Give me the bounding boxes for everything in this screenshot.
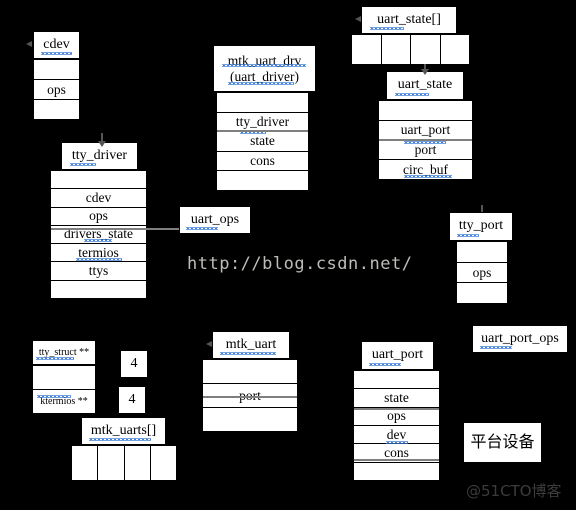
class-header-uart-ops[interactable]: uart_ops xyxy=(179,206,251,234)
class-body-tty-port[interactable]: ops xyxy=(456,241,508,304)
class-title-tty-port: tty_port xyxy=(458,218,504,234)
class-header-cdev[interactable]: cdev xyxy=(33,31,80,59)
field-row xyxy=(34,60,79,80)
class-header-uart-state[interactable]: uart_state xyxy=(386,71,464,100)
connector-uartport-cons-row xyxy=(354,459,439,461)
connector-uartport-state-row xyxy=(354,408,439,410)
arrow-into-mtk-uart xyxy=(206,341,212,347)
field-row xyxy=(379,101,472,121)
connector-stem-tty-port xyxy=(481,205,483,212)
class-header-uart-port[interactable]: uart_port xyxy=(361,341,434,370)
class-header-mtk-uarts-array[interactable]: mtk_uarts[] xyxy=(81,417,166,445)
array-cell[interactable] xyxy=(71,445,98,481)
array-cells-mtk-uarts[interactable] xyxy=(71,445,177,481)
field-row xyxy=(51,281,146,298)
class-title-mtk-uart: mtk_uart xyxy=(225,336,277,352)
class-header-platform-device[interactable]: 平台设备 xyxy=(463,422,542,463)
connector-stem-tty-driver xyxy=(101,133,103,141)
class-header-tty-port[interactable]: tty_port xyxy=(449,212,513,241)
field-row: ops xyxy=(51,208,146,226)
count-box-1[interactable]: 4 xyxy=(120,350,148,378)
field-row xyxy=(203,408,297,431)
class-body-cdev[interactable]: ops xyxy=(33,59,80,120)
diagram-canvas: cdev ops tty_driver cdev ops drivers_sta… xyxy=(0,0,576,510)
field-row: state xyxy=(354,389,439,408)
array-cell[interactable] xyxy=(439,34,470,65)
count-value: 4 xyxy=(128,392,136,407)
class-header-uart-state-array[interactable]: uart_state[] xyxy=(361,6,457,34)
field-row: termios xyxy=(51,244,146,263)
field-row: dev xyxy=(354,426,439,445)
class-body-tty-driver[interactable]: cdev ops drivers_state termios ttys xyxy=(50,170,147,299)
field-row xyxy=(34,100,79,119)
class-body-mtk-uart-drv[interactable]: tty_driver state cons xyxy=(216,92,309,191)
class-header-uart-port-ops[interactable]: uart_port_ops xyxy=(472,325,568,353)
class-title-tty-struct-pp: tty_struct ** xyxy=(38,346,90,358)
connector-uartstate-uartport-row xyxy=(379,139,472,141)
arrow-into-cdev xyxy=(26,41,32,47)
field-row xyxy=(457,242,507,263)
class-header-mtk-uart-drv[interactable]: mtk_uart_drv (uart_driver) xyxy=(213,45,316,92)
class-header-tty-struct-pp[interactable]: tty_struct ** xyxy=(32,340,96,365)
field-row: state xyxy=(217,132,308,152)
connector-mtkuartdrv-ttydriver-row xyxy=(217,130,308,132)
field-row xyxy=(354,371,439,390)
field-row xyxy=(217,171,308,190)
field-row: uart_port xyxy=(379,121,472,141)
class-title-uart-state: uart_state xyxy=(397,77,453,93)
class-title-mtk-uarts-array: mtk_uarts[] xyxy=(90,422,157,438)
array-cell[interactable] xyxy=(410,34,440,65)
array-cell[interactable] xyxy=(97,445,124,481)
class-title-mtk-uart-drv-line2: (uart_driver) xyxy=(230,68,299,84)
field-row xyxy=(457,283,507,303)
field-row: port xyxy=(379,141,472,161)
field-row xyxy=(354,463,439,480)
arrow-into-uart-state xyxy=(421,69,429,75)
array-cell[interactable] xyxy=(351,34,381,65)
array-cell[interactable] xyxy=(380,34,410,65)
class-title-cdev: cdev xyxy=(43,36,70,52)
field-row xyxy=(33,366,95,390)
watermark-center: http://blog.csdn.net/ xyxy=(187,254,413,274)
class-title-uart-port: uart_port xyxy=(371,347,424,363)
field-row: ops xyxy=(34,80,79,100)
field-row xyxy=(217,93,308,113)
class-title-mtk-uart-drv-line1: mtk_uart_drv xyxy=(227,52,302,68)
field-row xyxy=(203,360,297,384)
arrow-into-tty-driver xyxy=(98,141,106,147)
array-cell[interactable] xyxy=(149,445,177,481)
field-row: circ_buf xyxy=(403,161,448,177)
array-cell[interactable] xyxy=(123,445,150,481)
class-title-uart-state-array: uart_state[] xyxy=(377,11,441,27)
field-row: ktermios ** xyxy=(40,396,88,407)
connector-mtkuart-port-row xyxy=(203,396,297,398)
count-value: 4 xyxy=(130,356,138,371)
field-row: ops xyxy=(354,408,439,426)
class-body-uart-port[interactable]: state ops dev cons xyxy=(353,370,440,481)
field-row: cdev xyxy=(51,189,146,208)
field-row xyxy=(51,171,146,190)
class-header-mtk-uart[interactable]: mtk_uart xyxy=(212,331,290,359)
array-cells-uart-state[interactable] xyxy=(351,34,470,65)
field-row: ops xyxy=(457,263,507,284)
class-title-platform-device: 平台设备 xyxy=(470,432,535,452)
field-row: ttys xyxy=(51,262,146,281)
arrow-into-uart-state-array xyxy=(355,16,361,22)
class-title-tty-driver: tty_driver xyxy=(71,147,128,163)
class-body-tty-struct-pp[interactable]: ktermios ** xyxy=(32,365,96,414)
class-title-uart-ops: uart_ops xyxy=(190,211,240,227)
class-title-uart-port-ops: uart_port_ops xyxy=(481,330,559,346)
field-row: cons xyxy=(217,152,308,172)
count-box-2[interactable]: 4 xyxy=(118,386,146,414)
watermark-corner: @51CTO博客 xyxy=(466,482,562,500)
